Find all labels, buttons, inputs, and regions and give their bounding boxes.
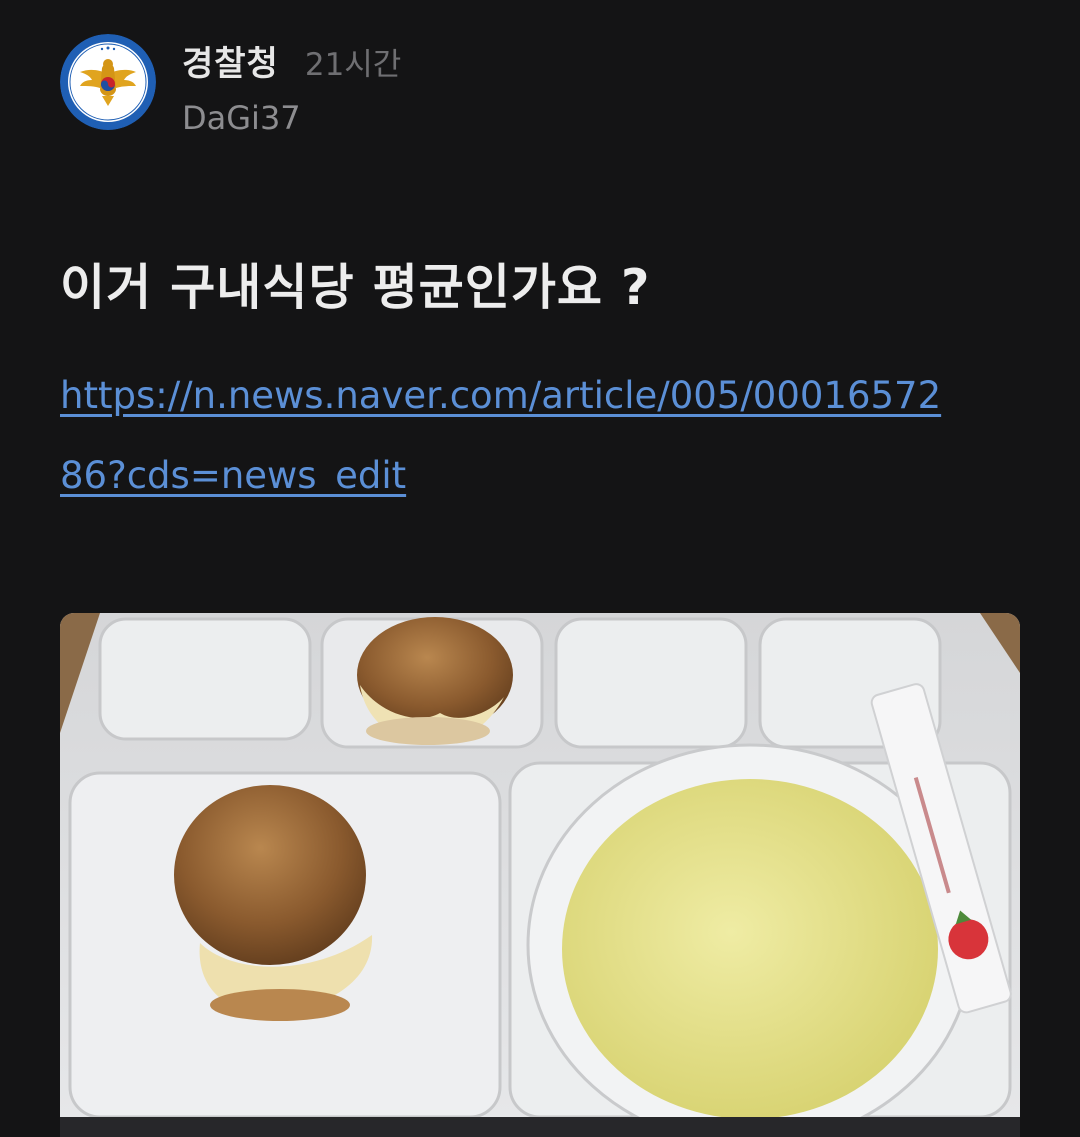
article-link[interactable]: https://n.news.naver.com/article/005/000… — [60, 356, 960, 516]
author-username[interactable]: DaGi37 — [182, 99, 401, 137]
meal-photo[interactable] — [60, 613, 1020, 1117]
photo-bottom-bar — [60, 1117, 1020, 1137]
author-row: 경찰청 21시간 — [182, 36, 401, 85]
author-name[interactable]: 경찰청 — [182, 36, 279, 85]
post-view: 경찰청 21시간 DaGi37 이거 구내식당 평균인가요 ? https://… — [0, 0, 1080, 1137]
post-title: 이거 구내식당 평균인가요 ? — [60, 259, 651, 316]
police-emblem-icon — [60, 34, 156, 130]
post-meta: 경찰청 21시간 DaGi37 — [182, 36, 401, 137]
post-time: 21시간 — [304, 47, 402, 83]
post-header: 경찰청 21시간 DaGi37 — [60, 34, 401, 137]
meal-tray-image — [60, 613, 1020, 1117]
police-emblem-avatar[interactable] — [60, 34, 156, 130]
